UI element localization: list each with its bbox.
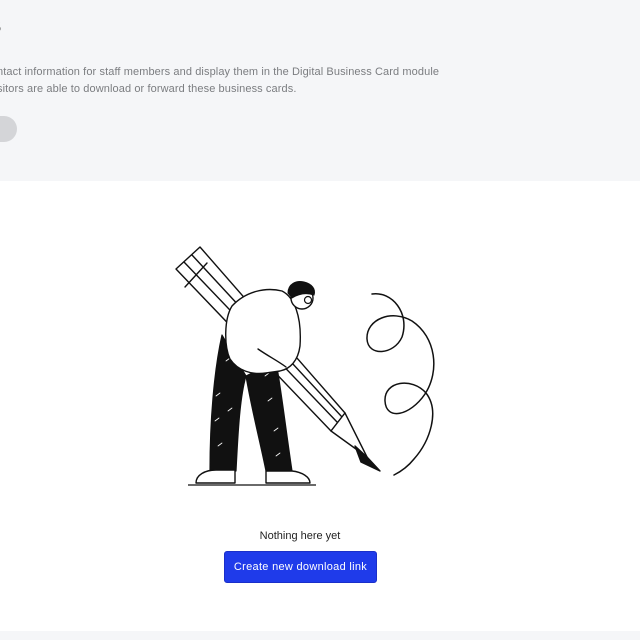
page: s ntact information for staff members an…	[0, 0, 640, 640]
person-drawing-with-pencil-icon	[175, 246, 435, 486]
footer-strip	[0, 631, 640, 640]
create-download-link-button[interactable]: Create new download link	[224, 551, 377, 583]
empty-state-panel: Nothing here yet Create new download lin…	[0, 181, 640, 631]
empty-state-message: Nothing here yet	[259, 530, 341, 542]
page-description-line-2: sitors are able to download or forward t…	[0, 83, 297, 95]
toggle-switch[interactable]	[0, 116, 17, 142]
page-description-line-1: ntact information for staff members and …	[0, 66, 440, 78]
header-panel: s ntact information for staff members an…	[0, 0, 640, 181]
page-title: s	[0, 8, 2, 40]
